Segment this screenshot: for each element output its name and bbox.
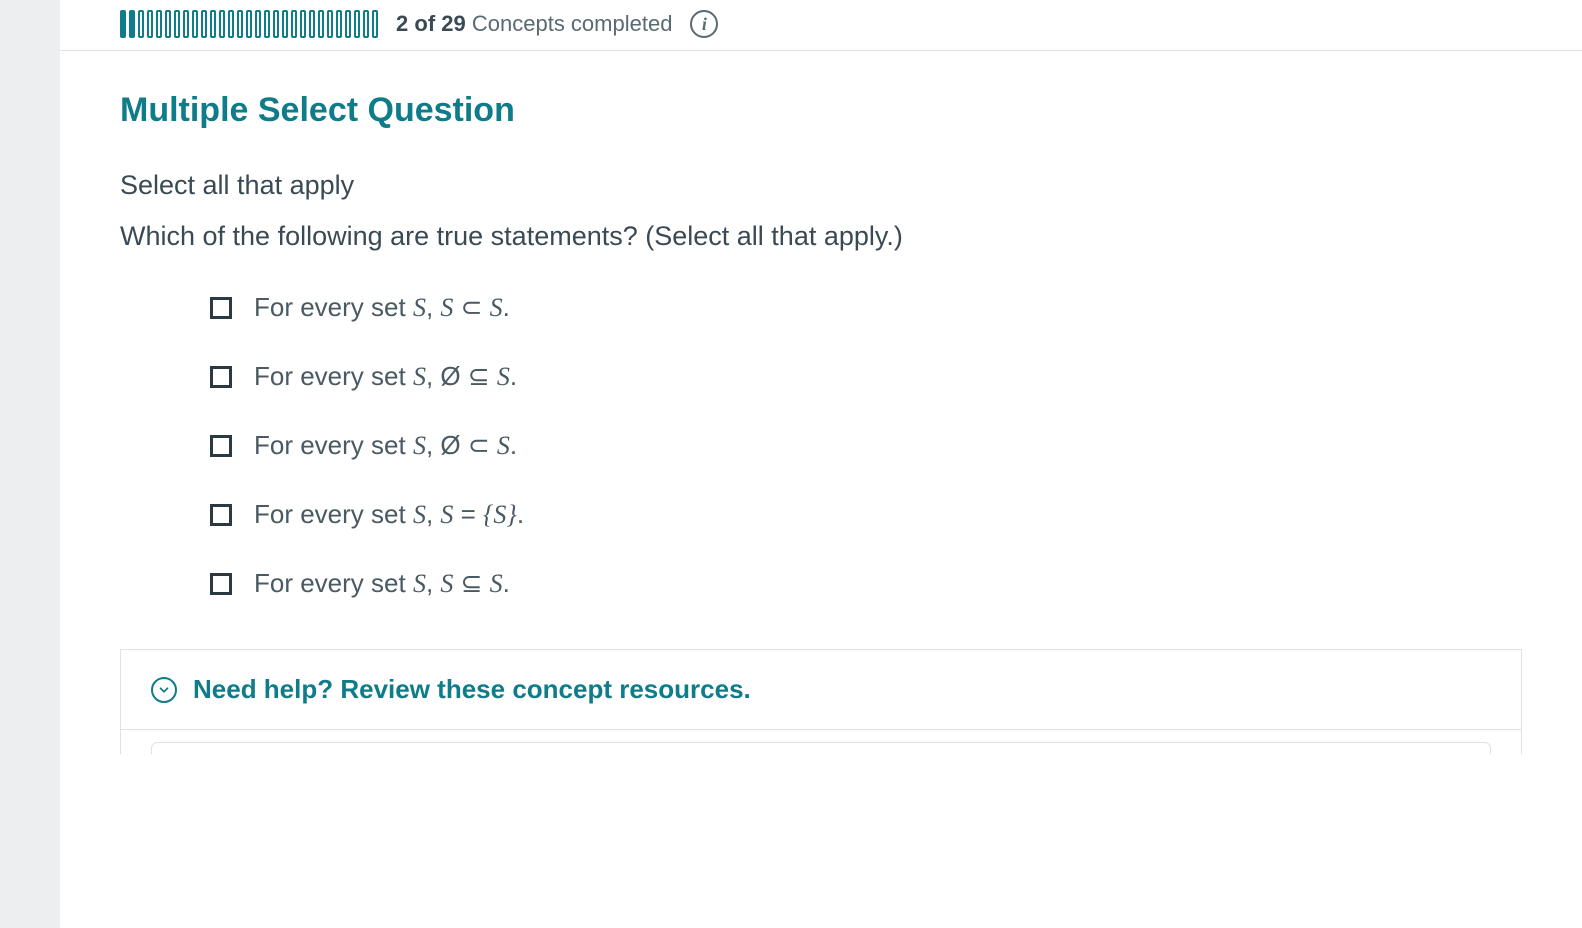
progress-text: 2 of 29 Concepts completed bbox=[396, 11, 672, 37]
progress-segment bbox=[246, 10, 252, 38]
question-type-title: Multiple Select Question bbox=[120, 91, 1522, 130]
question-prompt: Which of the following are true statemen… bbox=[120, 221, 1522, 252]
progress-segment bbox=[201, 10, 207, 38]
progress-label-tail: Concepts completed bbox=[472, 11, 673, 36]
option-row[interactable]: For every set S, S = {S}. bbox=[210, 499, 1522, 530]
option-checkbox[interactable] bbox=[210, 573, 232, 595]
progress-segments bbox=[120, 10, 378, 38]
resource-card-peek bbox=[151, 742, 1491, 754]
progress-done-count: 2 bbox=[396, 11, 408, 36]
option-checkbox[interactable] bbox=[210, 504, 232, 526]
progress-segment bbox=[291, 10, 297, 38]
progress-segment bbox=[354, 10, 360, 38]
option-row[interactable]: For every set S, Ø ⊂ S. bbox=[210, 430, 1522, 461]
resource-card-strip bbox=[120, 730, 1522, 754]
option-label: For every set S, S ⊂ S. bbox=[254, 292, 510, 323]
progress-segment bbox=[273, 10, 279, 38]
progress-segment bbox=[183, 10, 189, 38]
progress-segment bbox=[138, 10, 144, 38]
progress-segment bbox=[372, 10, 378, 38]
progress-segment bbox=[147, 10, 153, 38]
progress-segment bbox=[174, 10, 180, 38]
option-checkbox[interactable] bbox=[210, 366, 232, 388]
option-label: For every set S, Ø ⊆ S. bbox=[254, 361, 517, 392]
progress-segment bbox=[327, 10, 333, 38]
question-instructions: Select all that apply bbox=[120, 170, 1522, 201]
option-label: For every set S, Ø ⊂ S. bbox=[254, 430, 517, 461]
progress-segment bbox=[345, 10, 351, 38]
option-row[interactable]: For every set S, Ø ⊆ S. bbox=[210, 361, 1522, 392]
progress-segment bbox=[210, 10, 216, 38]
progress-segment bbox=[237, 10, 243, 38]
info-icon[interactable]: i bbox=[690, 10, 718, 38]
options-list: For every set S, S ⊂ S. For every set S, … bbox=[120, 292, 1522, 599]
progress-segment bbox=[363, 10, 369, 38]
progress-segment bbox=[120, 10, 126, 38]
progress-segment bbox=[129, 10, 135, 38]
chevron-down-icon bbox=[151, 677, 177, 703]
option-row[interactable]: For every set S, S ⊂ S. bbox=[210, 292, 1522, 323]
option-label: For every set S, S = {S}. bbox=[254, 499, 524, 530]
progress-segment bbox=[192, 10, 198, 38]
option-label: For every set S, S ⊆ S. bbox=[254, 568, 510, 599]
progress-segment bbox=[219, 10, 225, 38]
option-row[interactable]: For every set S, S ⊆ S. bbox=[210, 568, 1522, 599]
help-panel-label: Need help? Review these concept resource… bbox=[193, 674, 751, 705]
progress-header: 2 of 29 Concepts completed i bbox=[60, 0, 1582, 51]
progress-segment bbox=[318, 10, 324, 38]
option-checkbox[interactable] bbox=[210, 297, 232, 319]
progress-segment bbox=[156, 10, 162, 38]
progress-segment bbox=[228, 10, 234, 38]
progress-total-count: 29 bbox=[441, 11, 465, 36]
progress-segment bbox=[165, 10, 171, 38]
progress-segment bbox=[336, 10, 342, 38]
progress-segment bbox=[300, 10, 306, 38]
progress-segment bbox=[309, 10, 315, 38]
progress-of-word: of bbox=[414, 11, 435, 36]
page-container: 2 of 29 Concepts completed i Multiple Se… bbox=[60, 0, 1582, 928]
progress-segment bbox=[255, 10, 261, 38]
progress-segment bbox=[282, 10, 288, 38]
question-body: Multiple Select Question Select all that… bbox=[60, 51, 1582, 754]
option-checkbox[interactable] bbox=[210, 435, 232, 457]
progress-segment bbox=[264, 10, 270, 38]
help-panel-toggle[interactable]: Need help? Review these concept resource… bbox=[120, 649, 1522, 730]
